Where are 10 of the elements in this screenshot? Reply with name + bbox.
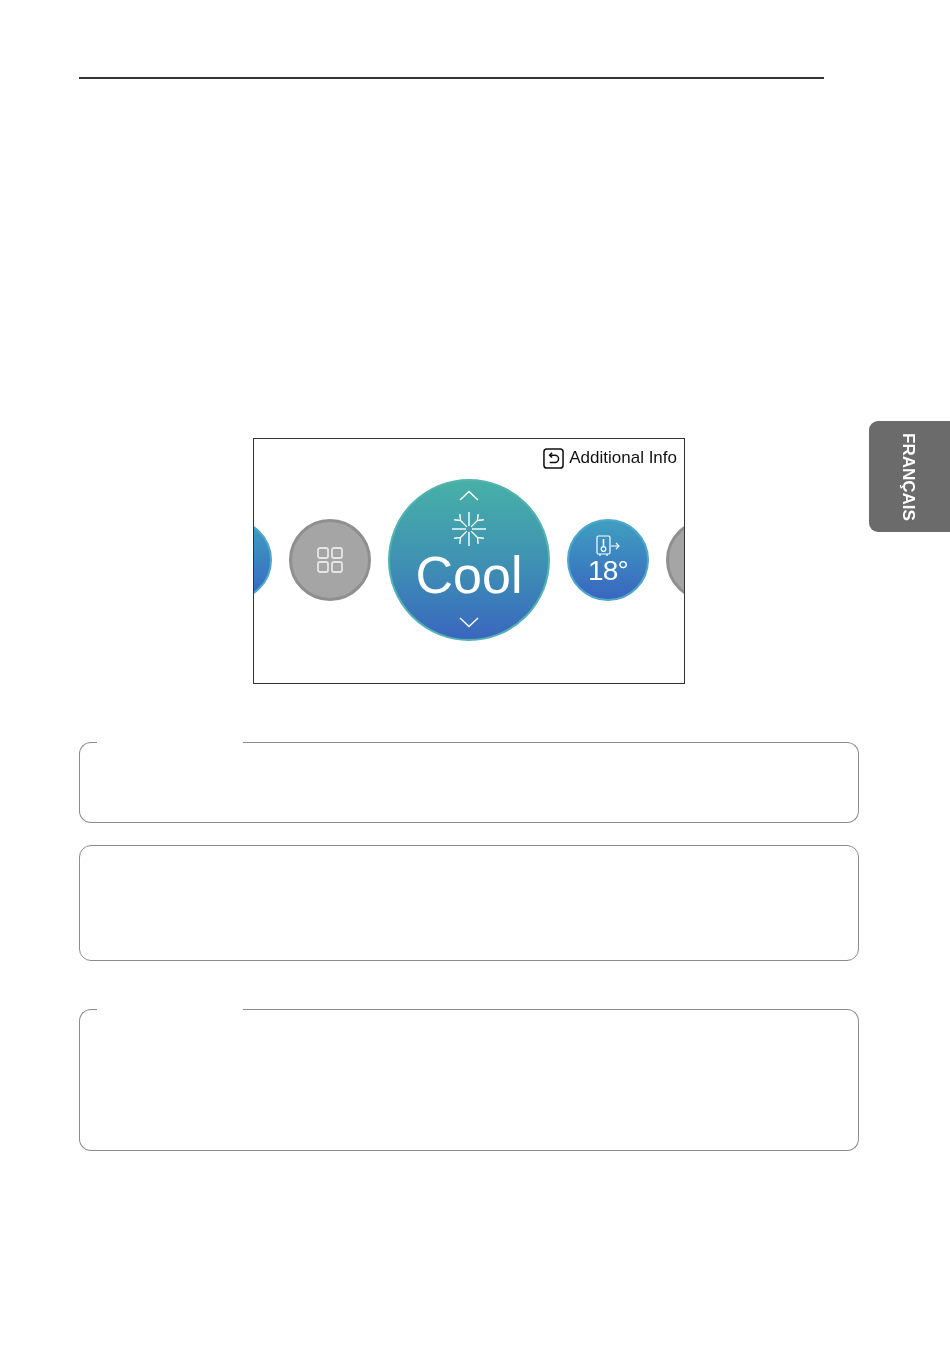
hint-label: Additional Info — [569, 448, 677, 468]
snowflake-icon — [451, 511, 487, 547]
thermometer-icon — [595, 535, 621, 557]
grid-icon — [317, 547, 343, 573]
language-marker: FRANÇAIS — [869, 421, 950, 532]
carousel-item[interactable]: Cool — [388, 479, 550, 641]
chevron-down-icon — [459, 617, 479, 628]
chevron-up-icon — [459, 490, 479, 501]
carousel-item[interactable]: 18° — [567, 519, 649, 601]
return-icon — [543, 447, 565, 469]
